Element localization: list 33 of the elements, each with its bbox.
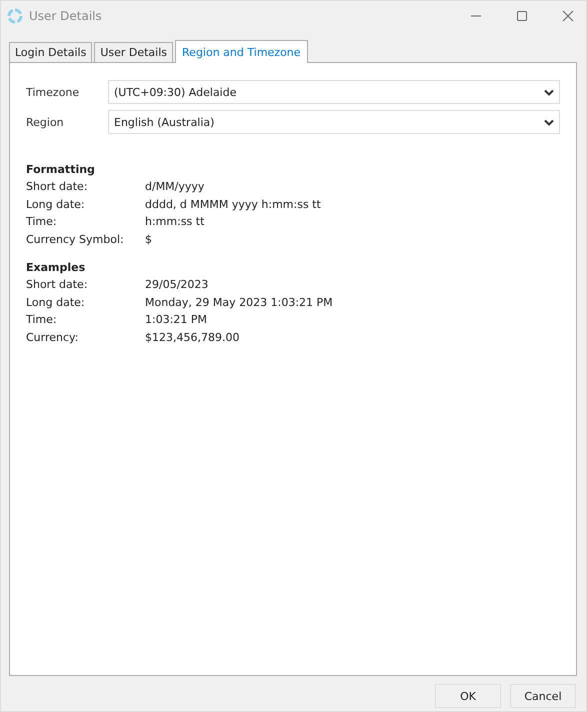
- setting-label: Time:: [26, 215, 58, 228]
- setting-label: Time:: [26, 313, 58, 326]
- setting-value: dddd, d MMMM yyyy h:mm:ss tt: [145, 198, 321, 211]
- chevron-down-icon: [544, 88, 554, 96]
- chevron-down-icon: [544, 118, 554, 126]
- dropdown[interactable]: English (Australia): [108, 110, 560, 134]
- setting-value: Monday, 29 May 2023 1:03:21 PM: [145, 296, 333, 309]
- setting-value: 29/05/2023: [145, 278, 208, 292]
- setting-label: Currency:: [26, 330, 80, 344]
- close-icon[interactable]: [562, 10, 574, 22]
- setting-label: Short date:: [26, 278, 89, 292]
- setting-value: 1:03:21 PM: [145, 313, 208, 326]
- dialog-button[interactable]: OK: [435, 684, 501, 708]
- setting-value: h:mm:ss tt: [145, 215, 204, 228]
- field-label: Timezone: [26, 86, 80, 98]
- app-logo-icon: [7, 8, 23, 24]
- setting-value: $123,456,789.00: [145, 330, 240, 344]
- tab[interactable]: Region and Timezone: [175, 40, 308, 63]
- setting-value: d/MM/yyyy: [145, 180, 204, 194]
- dropdown[interactable]: (UTC+09:30) Adelaide: [108, 80, 560, 104]
- setting-value: $: [145, 232, 152, 246]
- tab[interactable]: Login Details: [9, 42, 92, 62]
- maximize-icon[interactable]: [516, 10, 528, 22]
- section-heading: Formatting: [26, 163, 96, 176]
- setting-label: Long date:: [26, 198, 86, 211]
- section-heading: Examples: [26, 261, 86, 274]
- dialog-button[interactable]: Cancel: [510, 684, 576, 708]
- tab[interactable]: User Details: [94, 42, 174, 62]
- setting-label: Short date:: [26, 180, 89, 194]
- setting-label: Long date:: [26, 296, 86, 309]
- setting-label: Currency Symbol:: [26, 232, 125, 246]
- window-title: User Details: [29, 8, 102, 22]
- field-label: Region: [26, 116, 65, 128]
